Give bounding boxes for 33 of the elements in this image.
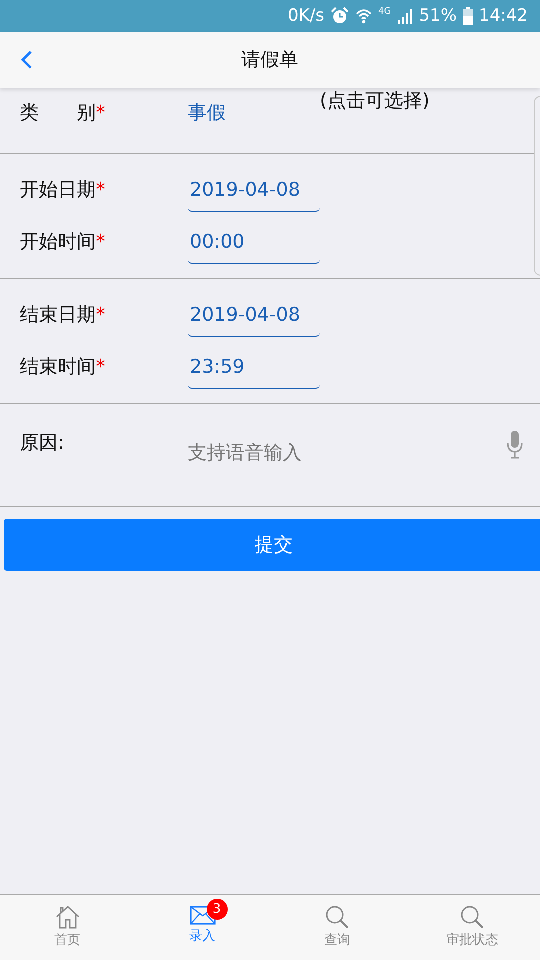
field-label: 原因: — [20, 431, 66, 456]
page-title: 请假单 — [242, 48, 298, 73]
search-icon — [460, 905, 486, 929]
battery-icon — [463, 7, 473, 25]
home-icon — [54, 905, 80, 929]
count-badge: 3 — [206, 899, 228, 920]
envelope-icon — [190, 905, 216, 925]
input-field[interactable]: 2019-04-08 — [188, 294, 320, 336]
tab[interactable]: 录入 3 — [135, 895, 270, 960]
wifi-icon — [354, 7, 372, 25]
alarm-icon — [330, 7, 348, 25]
hint-text: (点击可选择) — [320, 89, 430, 114]
tab[interactable]: 查询 — [270, 895, 405, 960]
input-field[interactable]: 2019-04-08 — [188, 168, 320, 212]
signal-icon — [397, 8, 414, 24]
tab[interactable]: 首页 — [0, 895, 135, 960]
battery-percent: 51% — [419, 6, 457, 26]
tab[interactable]: 审批状态 — [405, 895, 540, 960]
field-label: 开始日期* — [20, 178, 106, 203]
input-field[interactable]: 00:00 — [188, 220, 320, 264]
field-label: 结束日期* — [20, 303, 106, 328]
clock: 14:42 — [479, 6, 528, 26]
submit-button[interactable]: 提交 — [4, 519, 540, 571]
network-type: 4G — [378, 7, 392, 17]
field-label: 结束时间* — [20, 355, 106, 380]
input-field[interactable]: 支持语音输入 — [188, 442, 506, 464]
input-field[interactable]: 23:59 — [188, 346, 320, 388]
field-label: 类 别* — [20, 101, 106, 126]
search-icon — [324, 905, 350, 929]
network-speed: 0K/s — [288, 6, 324, 26]
select-value[interactable]: 事假 — [188, 100, 226, 126]
field-label: 开始时间* — [20, 230, 106, 255]
microphone-icon[interactable] — [506, 430, 524, 460]
